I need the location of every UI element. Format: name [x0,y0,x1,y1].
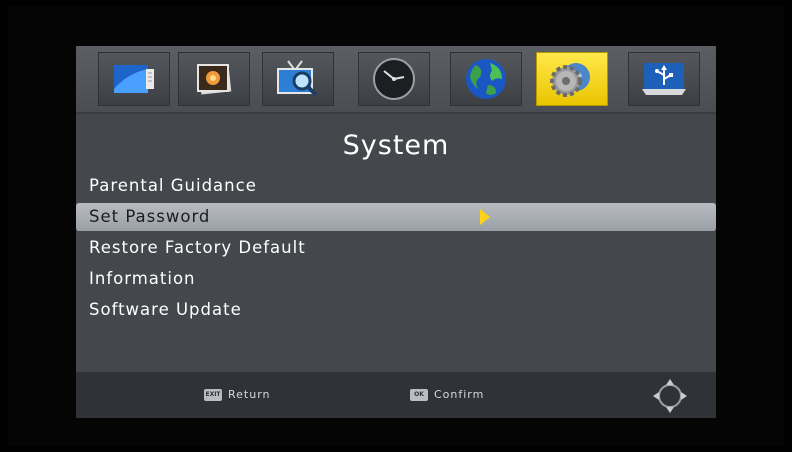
exit-hint-label: Return [228,388,271,401]
exit-key-icon: EXIT [204,388,222,401]
menu-item-label: Parental Guidance [89,176,257,195]
navigation-dpad-icon [653,379,687,413]
menu-tab-bar [76,46,716,114]
arrow-right-icon [480,209,490,225]
tab-usb[interactable] [628,52,700,106]
tab-media[interactable] [178,52,250,106]
menu-item-set-password[interactable]: Set Password [76,203,716,231]
menu-item-restore-factory-default[interactable]: Restore Factory Default [76,234,716,262]
tab-channel-search[interactable] [262,52,334,106]
menu-item-label: Restore Factory Default [89,238,306,257]
gear-settings-icon [550,63,590,97]
tab-language[interactable] [450,52,522,106]
tv-search-icon [277,60,318,97]
confirm-hint-label: Confirm [434,388,485,401]
usb-icon [642,63,686,95]
screen-picture-icon [114,65,154,93]
tab-time[interactable] [358,52,430,106]
system-menu-panel: System Parental Guidance Set Password Re… [76,46,716,418]
footer-hint-bar: EXIT Return OK Confirm [76,372,716,418]
clock-icon [373,58,415,100]
menu-item-label: Software Update [89,300,242,319]
ok-key-icon: OK [410,388,428,401]
menu-item-label: Set Password [89,207,211,226]
globe-icon [466,59,506,99]
menu-item-parental-guidance[interactable]: Parental Guidance [76,172,716,200]
page-title: System [342,130,450,161]
confirm-hint[interactable]: OK Confirm [410,388,484,401]
menu-item-software-update[interactable]: Software Update [76,296,716,324]
exit-hint[interactable]: EXIT Return [204,388,271,401]
menu-item-information[interactable]: Information [76,265,716,293]
tab-picture[interactable] [98,52,170,106]
photo-media-icon [197,64,232,95]
menu-item-label: Information [89,269,196,288]
tab-system[interactable] [536,52,608,106]
